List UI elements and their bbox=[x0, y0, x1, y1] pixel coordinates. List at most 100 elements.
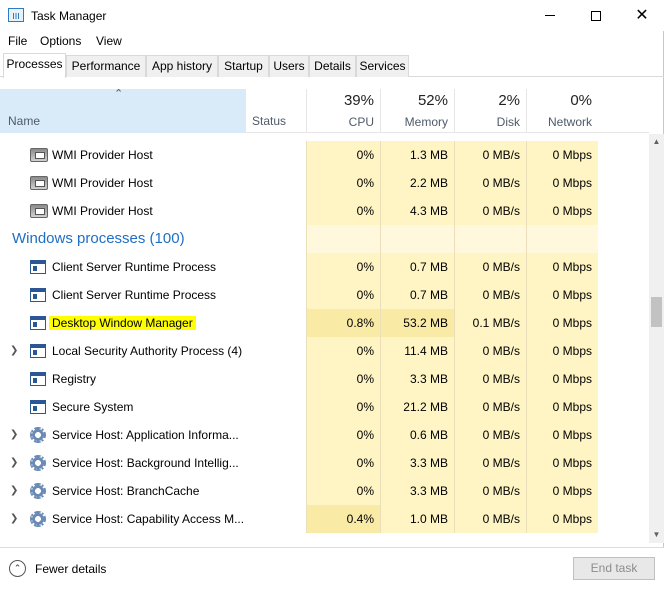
chevron-up-circle-icon[interactable]: ⌃ bbox=[9, 560, 26, 577]
column-name[interactable]: ⌃ Name bbox=[0, 88, 246, 133]
scroll-up-arrow[interactable]: ▲ bbox=[649, 134, 664, 150]
chevron-right-icon[interactable]: ❯ bbox=[10, 485, 18, 496]
process-name-text: Secure System bbox=[52, 400, 134, 414]
maximize-icon bbox=[591, 10, 601, 21]
table-row[interactable]: Client Server Runtime Process 0% 0.7 MB 0 M… bbox=[0, 253, 649, 281]
cell-network: 0 Mbps bbox=[526, 421, 598, 449]
process-name: WMI Provider Host bbox=[52, 197, 153, 225]
table-row[interactable]: Client Server Runtime Process 0% 0.7 MB 0 M… bbox=[0, 281, 649, 309]
column-status[interactable]: Status bbox=[252, 114, 286, 128]
vertical-scrollbar[interactable]: ▲ ▼ bbox=[649, 134, 664, 543]
column-cpu[interactable]: 39% CPU bbox=[306, 89, 380, 133]
chevron-right-icon[interactable]: ❯ bbox=[10, 429, 18, 440]
scroll-down-arrow[interactable]: ▼ bbox=[649, 527, 664, 543]
process-name-text: WMI Provider Host bbox=[52, 204, 153, 218]
table-row[interactable]: ❯ Service Host: Background Intellig... 0% 3… bbox=[0, 449, 649, 477]
cell-cpu: 0.8% bbox=[306, 309, 380, 337]
process-name-text: WMI Provider Host bbox=[52, 176, 153, 190]
cell-disk: 0 MB/s bbox=[454, 141, 526, 169]
table-row[interactable]: ❯ Service Host: Capability Access M... 0.4… bbox=[0, 505, 649, 533]
table-row[interactable]: ❯ Local Security Authority Process (4) 0% 1… bbox=[0, 337, 649, 365]
process-name-text: Service Host: Capability Access M... bbox=[52, 512, 245, 526]
network-label: Network bbox=[547, 115, 592, 129]
group-fill bbox=[526, 225, 598, 253]
cell-disk: 0 MB/s bbox=[454, 169, 526, 197]
tab-performance[interactable]: Performance bbox=[66, 55, 146, 77]
cell-disk: 0 MB/s bbox=[454, 421, 526, 449]
cell-memory: 3.3 MB bbox=[380, 365, 454, 393]
title-bar[interactable]: Task Manager ✕ bbox=[0, 0, 664, 31]
wmi-icon bbox=[30, 148, 48, 162]
chevron-right-icon[interactable]: ❯ bbox=[10, 457, 18, 468]
cell-cpu: 0% bbox=[306, 421, 380, 449]
cell-disk: 0 MB/s bbox=[454, 505, 526, 533]
process-name-text: Registry bbox=[52, 372, 97, 386]
tab-details[interactable]: Details bbox=[309, 55, 356, 77]
cell-network: 0 Mbps bbox=[526, 393, 598, 421]
table-row[interactable]: ❯ Service Host: Application Informa... 0% 0… bbox=[0, 421, 649, 449]
cpu-label: CPU bbox=[348, 115, 374, 129]
scroll-thumb[interactable] bbox=[651, 297, 662, 327]
menu-options[interactable]: Options bbox=[40, 34, 81, 48]
process-name: Service Host: Application Informa... bbox=[52, 421, 239, 449]
tab-startup[interactable]: Startup bbox=[218, 55, 269, 77]
column-disk[interactable]: 2% Disk bbox=[454, 89, 526, 133]
cell-network: 0 Mbps bbox=[526, 365, 598, 393]
chevron-right-icon[interactable]: ❯ bbox=[10, 513, 18, 524]
cell-network: 0 Mbps bbox=[526, 505, 598, 533]
tab-processes[interactable]: Processes bbox=[3, 53, 66, 78]
maximize-button[interactable] bbox=[573, 0, 619, 31]
table-row[interactable]: Registry 0% 3.3 MB 0 MB/s 0 Mbps bbox=[0, 365, 649, 393]
memory-total: 52% bbox=[417, 92, 448, 109]
column-name-label: Name bbox=[8, 114, 41, 128]
cell-network: 0 Mbps bbox=[526, 449, 598, 477]
column-memory[interactable]: 52% Memory bbox=[380, 89, 454, 133]
table-row[interactable]: ❯ Service Host: BranchCache 0% 3.3 MB 0 MB/s… bbox=[0, 477, 649, 505]
process-name-text: Service Host: Application Informa... bbox=[52, 428, 239, 442]
process-name-text: Desktop Window Manager bbox=[49, 316, 196, 330]
window-icon bbox=[30, 344, 46, 358]
group-header[interactable]: Windows processes (100) bbox=[0, 225, 649, 253]
menu-view[interactable]: View bbox=[96, 34, 122, 48]
cell-cpu: 0% bbox=[306, 281, 380, 309]
tab-users[interactable]: Users bbox=[269, 55, 309, 77]
column-network[interactable]: 0% Network bbox=[526, 89, 598, 133]
cell-cpu: 0% bbox=[306, 141, 380, 169]
gear-icon bbox=[30, 483, 46, 499]
disk-label: Disk bbox=[496, 115, 520, 129]
cell-cpu: 0.4% bbox=[306, 505, 380, 533]
wmi-icon bbox=[30, 204, 48, 218]
cell-disk: 0 MB/s bbox=[454, 449, 526, 477]
gear-icon bbox=[30, 427, 46, 443]
process-name: Service Host: Background Intellig... bbox=[52, 449, 239, 477]
cell-disk: 0 MB/s bbox=[454, 365, 526, 393]
menu-file[interactable]: File bbox=[8, 34, 27, 48]
table-row[interactable]: WMI Provider Host 0% 4.3 MB 0 MB/s 0 Mbps bbox=[0, 197, 649, 225]
footer-bar: ⌃ Fewer details End task bbox=[0, 547, 664, 590]
minimize-button[interactable] bbox=[527, 0, 573, 31]
process-name-text: WMI Provider Host bbox=[52, 148, 153, 162]
chevron-right-icon[interactable]: ❯ bbox=[10, 345, 18, 356]
cell-network: 0 Mbps bbox=[526, 309, 598, 337]
group-fill bbox=[454, 225, 526, 253]
tab-app-history[interactable]: App history bbox=[146, 55, 218, 77]
cell-network: 0 Mbps bbox=[526, 477, 598, 505]
tab-strip: Processes Performance App history Startu… bbox=[0, 53, 664, 78]
tab-services[interactable]: Services bbox=[356, 55, 409, 77]
table-row[interactable]: WMI Provider Host 0% 1.3 MB 0 MB/s 0 Mbps bbox=[0, 141, 649, 169]
window-icon bbox=[30, 316, 46, 330]
table-row[interactable]: WMI Provider Host 0% 2.2 MB 0 MB/s 0 Mbps bbox=[0, 169, 649, 197]
process-name: Desktop Window Manager bbox=[49, 309, 196, 337]
close-button[interactable]: ✕ bbox=[619, 0, 665, 31]
fewer-details-link[interactable]: Fewer details bbox=[35, 562, 106, 576]
cell-cpu: 0% bbox=[306, 365, 380, 393]
process-name-text: Client Server Runtime Process bbox=[52, 288, 217, 302]
task-manager-window: Task Manager ✕ File Options View Process… bbox=[0, 0, 664, 590]
end-task-button[interactable]: End task bbox=[573, 557, 655, 580]
cell-memory: 0.7 MB bbox=[380, 253, 454, 281]
process-name: Registry bbox=[52, 365, 96, 393]
cell-memory: 3.3 MB bbox=[380, 449, 454, 477]
table-row[interactable]: Desktop Window Manager 0.8% 53.2 MB 0.1 MB/… bbox=[0, 309, 649, 337]
table-row[interactable]: Secure System 0% 21.2 MB 0 MB/s 0 Mbps bbox=[0, 393, 649, 421]
cell-cpu: 0% bbox=[306, 337, 380, 365]
